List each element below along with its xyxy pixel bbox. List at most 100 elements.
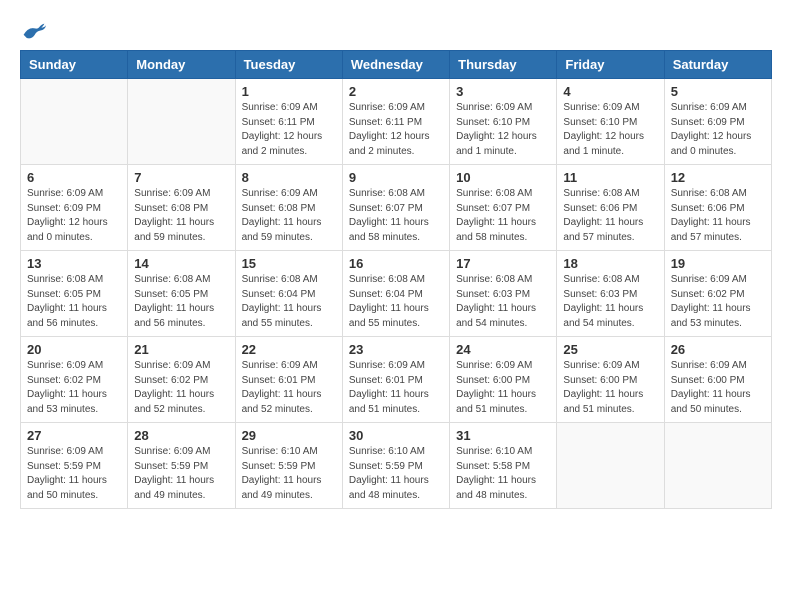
- calendar-cell: 18 Sunrise: 6:08 AM Sunset: 6:03 PM Dayli…: [557, 251, 664, 337]
- calendar-cell: 28 Sunrise: 6:09 AM Sunset: 5:59 PM Dayli…: [128, 423, 235, 509]
- calendar-cell: 3 Sunrise: 6:09 AM Sunset: 6:10 PM Daylig…: [450, 79, 557, 165]
- day-number: 19: [671, 256, 765, 271]
- day-info: Sunrise: 6:08 AM Sunset: 6:04 PM Dayligh…: [349, 273, 443, 331]
- calendar-table: SundayMondayTuesdayWednesdayThursdayFrid…: [20, 50, 772, 509]
- day-info: Sunrise: 6:09 AM Sunset: 6:02 PM Dayligh…: [134, 359, 228, 417]
- day-info: Sunrise: 6:09 AM Sunset: 6:10 PM Dayligh…: [456, 101, 550, 159]
- calendar-cell: 10 Sunrise: 6:08 AM Sunset: 6:07 PM Dayli…: [450, 165, 557, 251]
- calendar-cell: 6Sunrise: 6:09 AM Sunset: 6:09 PM Daylig…: [21, 165, 128, 251]
- day-number: 29: [242, 428, 336, 443]
- day-info: Sunrise: 6:09 AM Sunset: 6:09 PM Dayligh…: [671, 101, 765, 159]
- day-number: 1: [242, 84, 336, 99]
- weekday-header: Tuesday: [235, 51, 342, 79]
- logo: [20, 20, 46, 40]
- day-number: 14: [134, 256, 228, 271]
- calendar-cell: 17Sunrise: 6:08 AM Sunset: 6:03 PM Dayli…: [450, 251, 557, 337]
- day-number: 24: [456, 342, 550, 357]
- day-number: 11: [563, 170, 657, 185]
- day-info: Sunrise: 6:08 AM Sunset: 6:06 PM Dayligh…: [563, 187, 657, 245]
- calendar-cell: [557, 423, 664, 509]
- day-number: 13: [27, 256, 121, 271]
- calendar-cell: [128, 79, 235, 165]
- day-info: Sunrise: 6:08 AM Sunset: 6:03 PM Dayligh…: [456, 273, 550, 331]
- weekday-header: Monday: [128, 51, 235, 79]
- day-number: 21: [134, 342, 228, 357]
- day-info: Sunrise: 6:10 AM Sunset: 5:59 PM Dayligh…: [242, 445, 336, 503]
- day-info: Sunrise: 6:08 AM Sunset: 6:07 PM Dayligh…: [349, 187, 443, 245]
- day-number: 18: [563, 256, 657, 271]
- calendar-cell: 9 Sunrise: 6:08 AM Sunset: 6:07 PM Daylig…: [342, 165, 449, 251]
- day-info: Sunrise: 6:09 AM Sunset: 6:02 PM Dayligh…: [27, 359, 121, 417]
- calendar-cell: 1 Sunrise: 6:09 AM Sunset: 6:11 PM Daylig…: [235, 79, 342, 165]
- calendar-cell: 23 Sunrise: 6:09 AM Sunset: 6:01 PM Dayli…: [342, 337, 449, 423]
- day-number: 22: [242, 342, 336, 357]
- day-info: Sunrise: 6:08 AM Sunset: 6:07 PM Dayligh…: [456, 187, 550, 245]
- day-number: 15: [242, 256, 336, 271]
- calendar-cell: 20 Sunrise: 6:09 AM Sunset: 6:02 PM Dayli…: [21, 337, 128, 423]
- day-number: 9: [349, 170, 443, 185]
- calendar-cell: 21 Sunrise: 6:09 AM Sunset: 6:02 PM Dayli…: [128, 337, 235, 423]
- day-number: 5: [671, 84, 765, 99]
- day-number: 20: [27, 342, 121, 357]
- calendar-week-row: 13 Sunrise: 6:08 AM Sunset: 6:05 PM Dayli…: [21, 251, 772, 337]
- day-number: 4: [563, 84, 657, 99]
- weekday-header: Thursday: [450, 51, 557, 79]
- day-number: 28: [134, 428, 228, 443]
- day-number: 30: [349, 428, 443, 443]
- calendar-cell: 14 Sunrise: 6:08 AM Sunset: 6:05 PM Dayli…: [128, 251, 235, 337]
- day-info: Sunrise: 6:09 AM Sunset: 6:01 PM Dayligh…: [349, 359, 443, 417]
- day-info: Sunrise: 6:09 AM Sunset: 5:59 PM Dayligh…: [134, 445, 228, 503]
- calendar-header-row: SundayMondayTuesdayWednesdayThursdayFrid…: [21, 51, 772, 79]
- weekday-header: Friday: [557, 51, 664, 79]
- day-number: 23: [349, 342, 443, 357]
- day-info: Sunrise: 6:09 AM Sunset: 6:08 PM Dayligh…: [134, 187, 228, 245]
- day-number: 2: [349, 84, 443, 99]
- calendar-cell: 22 Sunrise: 6:09 AM Sunset: 6:01 PM Dayli…: [235, 337, 342, 423]
- day-info: Sunrise: 6:09 AM Sunset: 6:00 PM Dayligh…: [563, 359, 657, 417]
- day-info: Sunrise: 6:09 AM Sunset: 6:02 PM Dayligh…: [671, 273, 765, 331]
- day-info: Sunrise: 6:08 AM Sunset: 6:04 PM Dayligh…: [242, 273, 336, 331]
- day-info: Sunrise: 6:10 AM Sunset: 5:58 PM Dayligh…: [456, 445, 550, 503]
- day-info: Sunrise: 6:09 AM Sunset: 6:00 PM Dayligh…: [671, 359, 765, 417]
- day-info: Sunrise: 6:10 AM Sunset: 5:59 PM Dayligh…: [349, 445, 443, 503]
- page-header: [20, 20, 772, 40]
- day-info: Sunrise: 6:08 AM Sunset: 6:05 PM Dayligh…: [27, 273, 121, 331]
- calendar-cell: [664, 423, 771, 509]
- weekday-header: Sunday: [21, 51, 128, 79]
- calendar-cell: 30 Sunrise: 6:10 AM Sunset: 5:59 PM Dayli…: [342, 423, 449, 509]
- calendar-week-row: 27 Sunrise: 6:09 AM Sunset: 5:59 PM Dayli…: [21, 423, 772, 509]
- calendar-cell: 7 Sunrise: 6:09 AM Sunset: 6:08 PM Daylig…: [128, 165, 235, 251]
- calendar-week-row: 20 Sunrise: 6:09 AM Sunset: 6:02 PM Dayli…: [21, 337, 772, 423]
- day-number: 10: [456, 170, 550, 185]
- calendar-cell: 8Sunrise: 6:09 AM Sunset: 6:08 PM Daylig…: [235, 165, 342, 251]
- calendar-cell: 11 Sunrise: 6:08 AM Sunset: 6:06 PM Dayli…: [557, 165, 664, 251]
- day-info: Sunrise: 6:09 AM Sunset: 6:11 PM Dayligh…: [242, 101, 336, 159]
- day-info: Sunrise: 6:09 AM Sunset: 5:59 PM Dayligh…: [27, 445, 121, 503]
- day-number: 26: [671, 342, 765, 357]
- calendar-cell: 24Sunrise: 6:09 AM Sunset: 6:00 PM Dayli…: [450, 337, 557, 423]
- day-info: Sunrise: 6:09 AM Sunset: 6:11 PM Dayligh…: [349, 101, 443, 159]
- calendar-week-row: 1 Sunrise: 6:09 AM Sunset: 6:11 PM Daylig…: [21, 79, 772, 165]
- day-info: Sunrise: 6:08 AM Sunset: 6:03 PM Dayligh…: [563, 273, 657, 331]
- day-info: Sunrise: 6:08 AM Sunset: 6:06 PM Dayligh…: [671, 187, 765, 245]
- calendar-cell: 27 Sunrise: 6:09 AM Sunset: 5:59 PM Dayli…: [21, 423, 128, 509]
- calendar-cell: 4 Sunrise: 6:09 AM Sunset: 6:10 PM Daylig…: [557, 79, 664, 165]
- calendar-cell: 26 Sunrise: 6:09 AM Sunset: 6:00 PM Dayli…: [664, 337, 771, 423]
- day-number: 3: [456, 84, 550, 99]
- calendar-cell: 16 Sunrise: 6:08 AM Sunset: 6:04 PM Dayli…: [342, 251, 449, 337]
- calendar-week-row: 6Sunrise: 6:09 AM Sunset: 6:09 PM Daylig…: [21, 165, 772, 251]
- day-info: Sunrise: 6:09 AM Sunset: 6:01 PM Dayligh…: [242, 359, 336, 417]
- day-number: 27: [27, 428, 121, 443]
- logo-bird-icon: [22, 20, 46, 40]
- day-info: Sunrise: 6:09 AM Sunset: 6:09 PM Dayligh…: [27, 187, 121, 245]
- weekday-header: Saturday: [664, 51, 771, 79]
- day-info: Sunrise: 6:09 AM Sunset: 6:10 PM Dayligh…: [563, 101, 657, 159]
- day-number: 16: [349, 256, 443, 271]
- day-info: Sunrise: 6:08 AM Sunset: 6:05 PM Dayligh…: [134, 273, 228, 331]
- calendar-cell: 29 Sunrise: 6:10 AM Sunset: 5:59 PM Dayli…: [235, 423, 342, 509]
- day-number: 31: [456, 428, 550, 443]
- day-number: 25: [563, 342, 657, 357]
- calendar-cell: 5 Sunrise: 6:09 AM Sunset: 6:09 PM Daylig…: [664, 79, 771, 165]
- calendar-cell: 12Sunrise: 6:08 AM Sunset: 6:06 PM Dayli…: [664, 165, 771, 251]
- day-number: 7: [134, 170, 228, 185]
